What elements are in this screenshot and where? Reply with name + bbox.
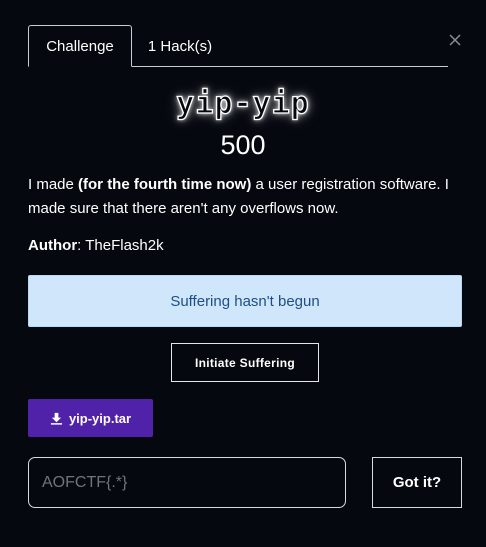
description-emphasis: (for the fourth time now)	[78, 176, 252, 193]
author-name: TheFlash2k	[85, 237, 164, 254]
challenge-author: Author: TheFlash2k	[28, 237, 164, 254]
challenge-points: 500	[220, 130, 266, 160]
file-name: yip-yip.tar	[68, 410, 132, 426]
tab-challenge[interactable]: Challenge	[28, 25, 132, 67]
challenge-modal: Challenge 1 Hack(s) yip-yip 500 I made (…	[0, 0, 486, 547]
challenge-title: yip-yip	[176, 85, 310, 121]
status-alert: Suffering hasn't begun	[28, 275, 462, 327]
download-icon	[50, 412, 63, 425]
flag-input[interactable]	[28, 457, 346, 508]
download-file-button[interactable]: yip-yip.tar	[28, 399, 153, 437]
submit-flag-button[interactable]: Got it?	[372, 457, 462, 508]
challenge-description: I made (for the fourth time now) a user …	[28, 173, 468, 221]
tab-hacks[interactable]: 1 Hack(s)	[132, 25, 228, 67]
initiate-suffering-button[interactable]: Initiate Suffering	[171, 343, 319, 382]
tab-bar: Challenge 1 Hack(s)	[28, 25, 448, 67]
close-icon[interactable]	[447, 32, 463, 48]
description-text: I made	[28, 176, 79, 193]
author-label: Author	[28, 237, 78, 254]
